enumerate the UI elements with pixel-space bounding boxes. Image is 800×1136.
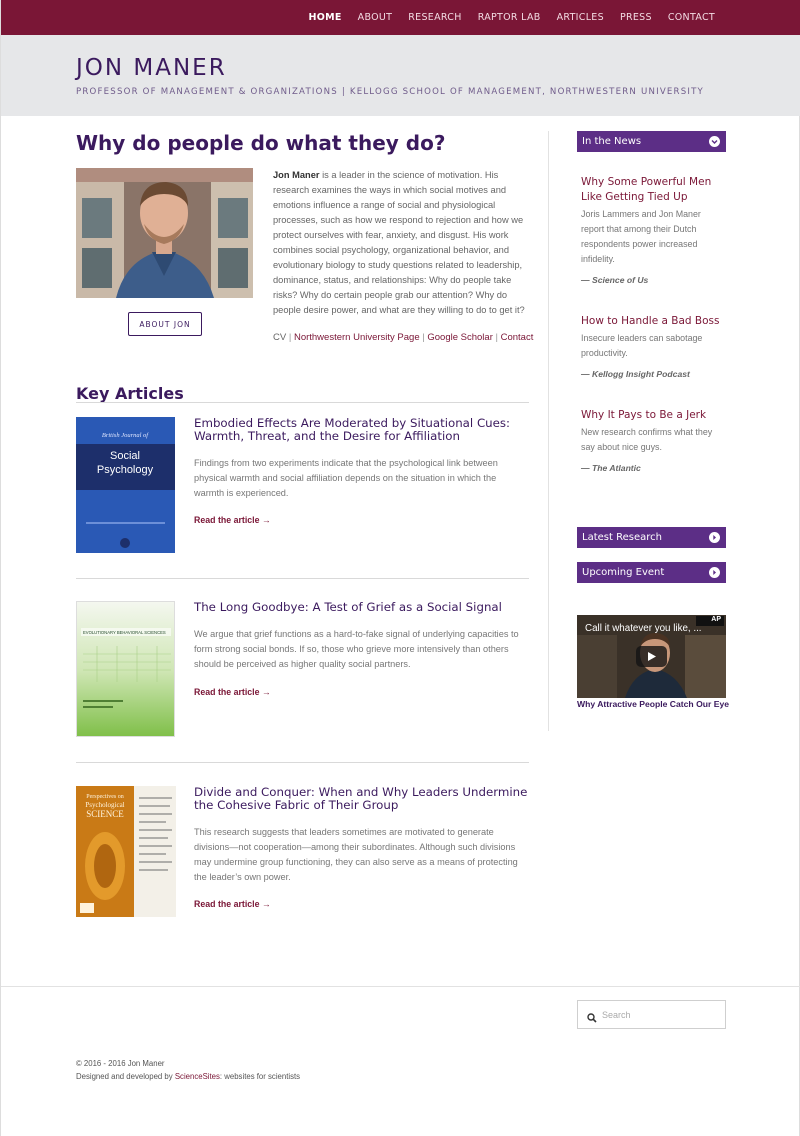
divider <box>76 762 529 763</box>
link-separator: | <box>495 332 498 343</box>
nav-item-research[interactable]: RESEARCH <box>408 12 461 23</box>
column-divider <box>548 131 549 731</box>
cover-journal-name: Psychology <box>97 464 154 476</box>
link-separator: | <box>422 332 425 343</box>
article-summary: Findings from two experiments indicate t… <box>194 458 498 498</box>
nav-menu: HOME ABOUT RESEARCH RAPTOR LAB ARTICLES … <box>292 0 715 35</box>
profile-links: CV | Northwestern University Page | Goog… <box>273 332 533 343</box>
search-icon <box>587 1010 597 1028</box>
sciencesites-link[interactable]: ScienceSites <box>175 1072 220 1081</box>
cover-journal-name: Psychological <box>85 801 124 809</box>
northwestern-page-link[interactable]: Northwestern University Page <box>294 332 420 343</box>
google-scholar-link[interactable]: Google Scholar <box>427 332 492 343</box>
divider <box>76 402 529 403</box>
video-player[interactable]: Call it whatever you like, ... AP <box>577 615 726 698</box>
upcoming-event-label: Upcoming Event <box>582 567 665 578</box>
designed-by: Designed and developed by ScienceSites: … <box>76 1070 300 1083</box>
cover-journal-name: Social <box>110 450 140 462</box>
article-title[interactable]: Embodied Effects Are Moderated by Situat… <box>194 417 529 443</box>
news-item: Why It Pays to Be a Jerk New research co… <box>581 408 726 473</box>
page-headline: Why do people do what they do? <box>76 131 446 155</box>
ap-logo: AP <box>696 616 724 626</box>
footer-divider <box>1 986 800 987</box>
nav-item-home[interactable]: HOME <box>308 12 341 23</box>
search-input[interactable] <box>602 1007 720 1023</box>
news-item: How to Handle a Bad Boss Insecure leader… <box>581 314 726 379</box>
bio-name: Jon Maner <box>273 170 320 180</box>
news-title[interactable]: Why It Pays to Be a Jerk <box>581 408 726 423</box>
news-source: — Kellogg Insight Podcast <box>581 369 690 379</box>
chevron-down-icon <box>709 136 720 147</box>
journal-cover[interactable]: EVOLUTIONARY BEHAVIORAL SCIENCES <box>76 601 175 737</box>
journal-cover[interactable]: Perspectives on Psychological SCIENCE <box>76 786 176 917</box>
key-articles-heading: Key Articles <box>76 384 184 403</box>
divider <box>76 578 529 579</box>
designed-prefix: Designed and developed by <box>76 1072 175 1081</box>
footer-credits: © 2016 - 2016 Jon Maner Designed and dev… <box>76 1057 300 1083</box>
article-title[interactable]: The Long Goodbye: A Test of Grief as a S… <box>194 601 529 614</box>
journal-cover[interactable]: British Journal of Social Psychology <box>76 417 175 553</box>
profile-photo <box>76 168 253 298</box>
cv-link[interactable]: CV <box>273 332 286 343</box>
news-title[interactable]: How to Handle a Bad Boss <box>581 314 726 329</box>
news-source: — The Atlantic <box>581 463 641 473</box>
news-summary: New research confirms what they say abou… <box>581 427 713 452</box>
news-source: — Science of Us <box>581 275 649 285</box>
contact-link[interactable]: Contact <box>501 332 534 343</box>
read-article-link[interactable]: Read the article → <box>194 687 271 697</box>
nav-item-articles[interactable]: ARTICLES <box>557 12 604 23</box>
upcoming-event-header[interactable]: Upcoming Event <box>577 562 726 583</box>
article-summary: We argue that grief functions as a hard-… <box>194 629 519 669</box>
latest-research-header[interactable]: Latest Research <box>577 527 726 548</box>
cover-journal-name: EVOLUTIONARY BEHAVIORAL SCIENCES <box>83 630 166 635</box>
news-summary: Insecure leaders can sabotage productivi… <box>581 333 703 358</box>
news-item: Why Some Powerful Men Like Getting Tied … <box>581 175 726 285</box>
read-article-link[interactable]: Read the article → <box>194 515 271 525</box>
news-title[interactable]: Why Some Powerful Men Like Getting Tied … <box>581 175 726 205</box>
article-summary: This research suggests that leaders some… <box>194 827 518 882</box>
cover-journal-prefix: British Journal of <box>102 432 149 439</box>
article-title[interactable]: Divide and Conquer: When and Why Leaders… <box>194 786 529 812</box>
chevron-right-icon <box>709 567 720 578</box>
top-nav: HOME ABOUT RESEARCH RAPTOR LAB ARTICLES … <box>1 0 800 35</box>
video-caption-link[interactable]: Why Attractive People Catch Our Eye <box>577 699 729 709</box>
designed-suffix: : websites for scientists <box>219 1072 301 1081</box>
site-header: JON MANER PROFESSOR OF MANAGEMENT & ORGA… <box>1 35 800 116</box>
site-subtitle: PROFESSOR OF MANAGEMENT & ORGANIZATIONS … <box>76 87 704 97</box>
in-the-news-header[interactable]: In the News <box>577 131 726 152</box>
news-summary: Joris Lammers and Jon Maner report that … <box>581 209 701 264</box>
bio-text: Jon Maner is a leader in the science of … <box>273 168 528 318</box>
in-the-news-label: In the News <box>582 136 642 147</box>
play-icon[interactable] <box>636 646 667 667</box>
nav-item-about[interactable]: ABOUT <box>358 12 393 23</box>
cover-journal-name: SCIENCE <box>86 809 124 819</box>
nav-item-raptor-lab[interactable]: RAPTOR LAB <box>478 12 541 23</box>
site-title[interactable]: JON MANER <box>76 55 227 81</box>
link-separator: | <box>288 332 292 343</box>
nav-item-contact[interactable]: CONTACT <box>668 12 715 23</box>
nav-item-press[interactable]: PRESS <box>620 12 652 23</box>
video-title: Call it whatever you like, ... <box>585 623 702 634</box>
cover-journal-prefix: Perspectives on <box>86 794 124 800</box>
latest-research-label: Latest Research <box>582 532 662 543</box>
about-jon-button[interactable]: ABOUT JON <box>128 312 202 336</box>
copyright: © 2016 - 2016 Jon Maner <box>76 1059 165 1068</box>
bio-body: is a leader in the science of motivation… <box>273 170 525 315</box>
search-box <box>577 1000 726 1029</box>
chevron-right-icon <box>709 532 720 543</box>
read-article-link[interactable]: Read the article → <box>194 899 271 909</box>
